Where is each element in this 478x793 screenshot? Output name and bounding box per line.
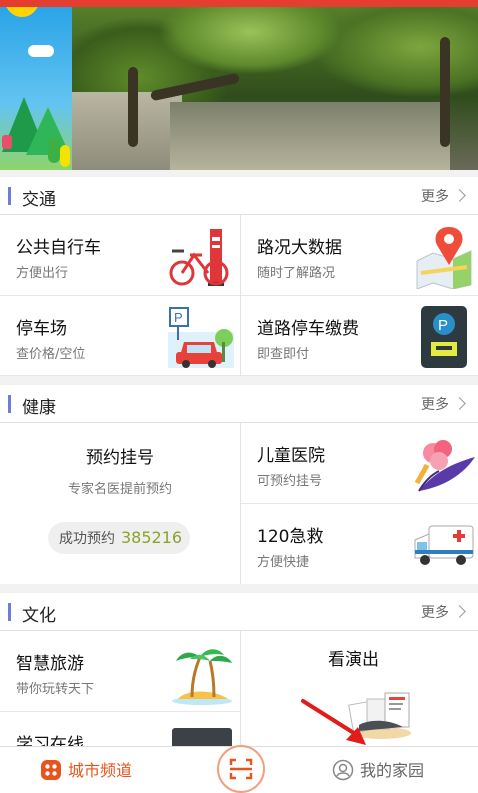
cloud-icon bbox=[28, 45, 54, 57]
tile-title: 预约挂号 bbox=[86, 448, 154, 468]
more-link[interactable]: 更多 bbox=[421, 394, 466, 414]
tile-subtitle: 即查即付 bbox=[257, 347, 310, 362]
appointment-success-badge: 成功预约 385216 bbox=[48, 522, 190, 554]
banner-trunk bbox=[128, 67, 138, 147]
section-accent-bar bbox=[8, 395, 11, 413]
scan-button[interactable] bbox=[217, 745, 265, 793]
tile-title: 路况大数据 bbox=[257, 238, 342, 258]
my-home-icon bbox=[332, 759, 354, 780]
banner-promo-illustration[interactable] bbox=[0, 7, 72, 170]
section-title: 健康 bbox=[22, 398, 56, 418]
tab-city-channel[interactable]: 城市频道 bbox=[40, 747, 132, 793]
section-title: 文化 bbox=[22, 606, 56, 626]
tile-traffic-data[interactable]: 路况大数据 随时了解路况 bbox=[241, 215, 478, 296]
traffic-grid: 公共自行车 方便出行 路况大数据 随时了解路况 停车场 查价格/空位 P 道路停… bbox=[0, 215, 478, 376]
tile-subtitle: 专家名医提前预约 bbox=[67, 482, 172, 497]
svg-text:P: P bbox=[174, 310, 183, 325]
section-title: 交通 bbox=[22, 190, 56, 210]
sun-icon bbox=[5, 7, 39, 17]
tile-parking-lot[interactable]: 停车场 查价格/空位 P bbox=[0, 296, 240, 376]
divider bbox=[240, 631, 241, 746]
banner-carousel[interactable] bbox=[0, 7, 478, 170]
map-pin-icon bbox=[416, 227, 472, 289]
scan-icon bbox=[229, 758, 253, 780]
health-grid: 预约挂号 专家名医提前预约 儿童医院 可预约挂号 120急救 方便快捷 成功预约… bbox=[0, 423, 478, 584]
section-header-culture: 文化 更多 bbox=[0, 593, 478, 631]
tile-children-hospital[interactable]: 儿童医院 可预约挂号 bbox=[241, 423, 478, 504]
palm-island-icon bbox=[172, 649, 232, 705]
chevron-right-icon bbox=[453, 189, 466, 202]
tile-subtitle: 方便快捷 bbox=[257, 555, 310, 570]
section-accent-bar bbox=[8, 603, 11, 621]
city-channel-icon bbox=[41, 759, 61, 780]
tree-icon bbox=[60, 145, 70, 167]
parking-car-icon: P bbox=[168, 307, 234, 368]
tile-appointment[interactable]: 预约挂号 专家名医提前预约 bbox=[0, 423, 240, 584]
performance-icon bbox=[348, 692, 411, 739]
tile-subtitle: 查价格/空位 bbox=[16, 347, 86, 362]
tile-title: 停车场 bbox=[16, 319, 67, 339]
tab-label: 我的家园 bbox=[360, 761, 425, 780]
tab-label: 城市频道 bbox=[68, 761, 133, 780]
banner-wall bbox=[72, 92, 182, 170]
tile-subtitle: 方便出行 bbox=[16, 266, 69, 281]
tree-icon bbox=[48, 137, 60, 163]
more-label: 更多 bbox=[421, 189, 449, 205]
tile-title: 公共自行车 bbox=[16, 238, 101, 258]
flower-icon bbox=[414, 440, 475, 492]
tile-title: 120急救 bbox=[257, 527, 324, 547]
svg-text:P: P bbox=[438, 317, 448, 334]
tile-online-learning[interactable]: 学习在线 bbox=[0, 712, 240, 746]
bottom-tab-bar: 城市频道 我的家园 bbox=[0, 745, 478, 793]
tile-smart-tourism[interactable]: 智慧旅游 带你玩转天下 bbox=[0, 631, 240, 712]
tile-title: 看演出 bbox=[328, 650, 379, 670]
chevron-right-icon bbox=[453, 397, 466, 410]
tile-title: 道路停车缴费 bbox=[257, 319, 359, 339]
tile-title: 儿童医院 bbox=[257, 446, 325, 466]
tile-public-bicycle[interactable]: 公共自行车 方便出行 bbox=[0, 215, 240, 296]
status-bar bbox=[0, 0, 478, 7]
app-screen: 交通 更多 公共自行车 方便出行 路况大数据 随时了解路况 停车场 查价格/空位… bbox=[0, 0, 478, 793]
tile-subtitle: 可预约挂号 bbox=[257, 474, 323, 489]
tile-subtitle: 带你玩转天下 bbox=[16, 682, 95, 697]
more-label: 更多 bbox=[421, 605, 449, 621]
tab-my-home[interactable]: 我的家园 bbox=[332, 747, 424, 793]
more-link[interactable]: 更多 bbox=[421, 602, 466, 622]
more-label: 更多 bbox=[421, 397, 449, 413]
tile-emergency-120[interactable]: 120急救 方便快捷 bbox=[241, 504, 478, 584]
parking-meter-icon: P bbox=[421, 306, 467, 368]
section-header-health: 健康 更多 bbox=[0, 385, 478, 423]
success-count: 385216 bbox=[121, 528, 183, 547]
section-header-traffic: 交通 更多 bbox=[0, 177, 478, 215]
tile-subtitle: 随时了解路况 bbox=[257, 266, 336, 281]
bicycle-icon bbox=[169, 229, 229, 286]
more-link[interactable]: 更多 bbox=[421, 186, 466, 206]
tile-title: 学习在线 bbox=[16, 735, 84, 746]
tile-title: 智慧旅游 bbox=[16, 654, 84, 674]
ambulance-icon bbox=[414, 525, 474, 565]
success-label: 成功预约 bbox=[59, 531, 115, 547]
section-accent-bar bbox=[8, 187, 11, 205]
banner-road bbox=[170, 102, 450, 170]
laptop-icon bbox=[172, 728, 232, 746]
banner-trunk bbox=[440, 37, 450, 147]
tile-road-parking-payment[interactable]: 道路停车缴费 即查即付 P bbox=[241, 296, 478, 376]
chevron-right-icon bbox=[453, 605, 466, 618]
person-icon bbox=[2, 135, 12, 149]
tile-performance[interactable]: 看演出 bbox=[241, 631, 478, 746]
culture-grid: 智慧旅游 带你玩转天下 看演出 学习在线 bbox=[0, 631, 478, 746]
